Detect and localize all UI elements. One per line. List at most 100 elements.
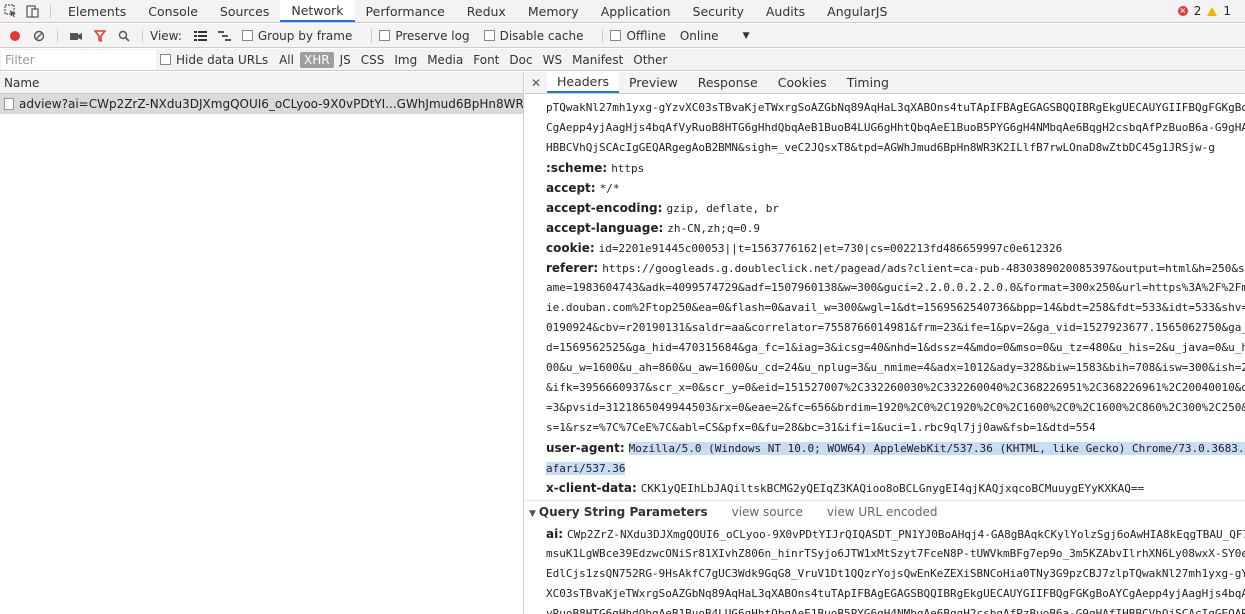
filter-type-all[interactable]: All — [275, 52, 298, 68]
checkbox-box[interactable] — [483, 30, 495, 41]
header-x-client-data: x-client-data: CKK1yQEIhLbJAQiltskBCMG2yQ… — [525, 478, 1245, 498]
header-value: */* — [599, 182, 620, 195]
toolbar-divider — [57, 28, 58, 43]
header-value: id=2201e91445c00053||t=1563776162|et=730… — [598, 242, 1063, 255]
query-string-section-header[interactable]: ▼ Query String Parameters view source view … — [525, 500, 1245, 522]
record-button[interactable] — [4, 25, 26, 47]
disable-cache-checkbox[interactable]: Disable cache — [483, 29, 583, 43]
filter-type-font[interactable]: Font — [469, 52, 503, 68]
path-value-line: CgAepp4yjAagHjs4bqAfVyRuoB8HTG6gHhdQbqAe… — [546, 121, 1245, 134]
header-accept: accept: */* — [525, 178, 1245, 198]
tab-performance[interactable]: Performance — [355, 0, 456, 22]
group-by-frame-checkbox[interactable]: Group by frame — [241, 28, 353, 43]
hide-data-urls-checkbox[interactable]: Hide data URLs — [160, 53, 268, 67]
header-value: https — [611, 162, 645, 175]
header-value: zh-CN,zh;q=0.9 — [667, 222, 760, 235]
tab-sources[interactable]: Sources — [209, 0, 280, 22]
search-icon[interactable] — [113, 25, 135, 47]
capture-screenshots-icon[interactable] — [65, 25, 87, 47]
header-name: accept-language: — [546, 221, 664, 235]
warning-count: 1 — [1223, 4, 1231, 18]
filter-type-xhr[interactable]: XHR — [299, 51, 334, 68]
header-user-agent: user-agent: Mozilla/5.0 (Windows NT 10.0;… — [525, 438, 1245, 458]
throttling-value: Online — [679, 28, 719, 43]
tab-memory[interactable]: Memory — [517, 0, 590, 22]
checkbox-box[interactable] — [379, 30, 391, 41]
filter-icon[interactable] — [89, 25, 111, 47]
filter-type-other[interactable]: Other — [629, 52, 671, 68]
group-by-frame-label: Group by frame — [257, 28, 353, 43]
param-value: CWp2ZrZ-NXdu3DJXmgQOUI6_oCLyoo-9X0vPDtYI… — [567, 528, 1245, 541]
tab-headers[interactable]: Headers — [547, 72, 620, 93]
throttling-select[interactable]: Online ▼ — [680, 29, 750, 43]
waterfall-icon[interactable] — [214, 25, 236, 47]
document-icon — [4, 98, 14, 110]
tab-console[interactable]: Console — [137, 0, 209, 22]
referer-value-line: 00&u_w=1600&u_ah=860&u_aw=1600&u_cd=24&u… — [546, 361, 1245, 374]
inspect-element-icon[interactable] — [0, 0, 22, 22]
header-value: afari/537.36 — [546, 462, 626, 475]
device-toolbar-icon[interactable] — [22, 0, 44, 22]
headers-content: pTQwakNl27mh1yxg-gYzvXC03sTBvaKjeTWxrgSo… — [525, 94, 1245, 614]
preserve-log-label: Preserve log — [395, 28, 470, 43]
offline-label: Offline — [626, 28, 666, 43]
details-tab-bar: ✕ Headers Preview Response Cookies Timin… — [525, 72, 1245, 94]
checkbox-box[interactable] — [241, 30, 253, 41]
toolbar-divider — [142, 28, 143, 43]
offline-checkbox[interactable]: Offline — [610, 28, 666, 43]
filter-type-img[interactable]: Img — [390, 52, 421, 68]
path-value-line: pTQwakNl27mh1yxg-gYzvXC03sTBvaKjeTWxrgSo… — [546, 101, 1245, 114]
column-header-name[interactable]: Name — [0, 72, 523, 94]
tab-network[interactable]: Network — [280, 0, 355, 22]
filter-input[interactable] — [1, 49, 156, 70]
network-toolbar: View: Group by frame Preserve log Disabl… — [0, 24, 1245, 48]
view-source-link[interactable]: view source — [732, 505, 803, 519]
close-icon[interactable]: ✕ — [525, 72, 547, 93]
checkbox-box[interactable] — [610, 30, 622, 41]
request-row[interactable]: adview?ai=CWp2ZrZ-NXdu3DJXmgQOUI6_oCLyoo… — [0, 94, 523, 114]
checkbox-box[interactable] — [160, 54, 171, 65]
tab-cookies[interactable]: Cookies — [768, 72, 837, 93]
preserve-log-checkbox[interactable]: Preserve log — [379, 28, 470, 43]
header-name: cookie: — [546, 241, 595, 255]
filter-type-doc[interactable]: Doc — [505, 52, 536, 68]
param-value-line: EdlCjs1zsQN752RG-9HsAkfC7gUC3Wdk9GqG8_Vr… — [546, 567, 1245, 580]
tab-angularjs[interactable]: AngularJS — [816, 0, 898, 22]
header-value: Mozilla/5.0 (Windows NT 10.0; WOW64) App… — [628, 442, 1245, 455]
view-url-encoded-link[interactable]: view URL encoded — [827, 505, 938, 519]
error-warning-counter[interactable]: × 2 1 — [1177, 0, 1245, 22]
param-name: ai: — [546, 527, 564, 541]
filter-type-ws[interactable]: WS — [539, 52, 566, 68]
chevron-down-icon: ▼ — [742, 30, 750, 41]
clear-button[interactable] — [28, 25, 50, 47]
filter-type-manifest[interactable]: Manifest — [568, 52, 627, 68]
tab-application[interactable]: Application — [590, 0, 682, 22]
error-count: 2 — [1193, 4, 1202, 18]
param-value-line: yRuoB8HTG6gHhdQbqAeB1BuoB4LUG6gHhtQbqAeE… — [546, 607, 1245, 614]
header-name: user-agent: — [546, 441, 625, 455]
error-icon: × — [1177, 6, 1188, 16]
large-rows-icon[interactable] — [190, 25, 212, 47]
tab-elements[interactable]: Elements — [57, 0, 137, 22]
tab-preview[interactable]: Preview — [619, 72, 688, 93]
request-name: adview?ai=CWp2ZrZ-NXdu3DJXmgQOUI6_oCLyoo… — [19, 97, 523, 111]
header-referer: referer: https://googleads.g.doubleclick.… — [525, 258, 1245, 278]
header-name: :scheme: — [546, 161, 608, 175]
header-accept-language: accept-language: zh-CN,zh;q=0.9 — [525, 218, 1245, 238]
referer-value-line: &ifk=3956660937&scr_x=0&scr_y=0&eid=1515… — [546, 381, 1245, 394]
hide-data-urls-label: Hide data URLs — [176, 52, 269, 67]
filter-type-media[interactable]: Media — [423, 52, 467, 68]
filter-type-css[interactable]: CSS — [357, 52, 389, 68]
tab-timing[interactable]: Timing — [837, 72, 899, 93]
header-name: accept-encoding: — [546, 201, 663, 215]
filter-type-js[interactable]: JS — [336, 52, 355, 68]
tab-audits[interactable]: Audits — [755, 0, 816, 22]
toolbar-divider — [50, 4, 51, 18]
header-name: x-client-data: — [546, 481, 637, 495]
header-value: CKK1yQEIhLbJAQiltskBCMG2yQEIqZ3KAQioo8oB… — [640, 482, 1145, 495]
tab-security[interactable]: Security — [682, 0, 755, 22]
header-value: https://googleads.g.doubleclick.net/page… — [602, 262, 1245, 275]
tab-response[interactable]: Response — [688, 72, 768, 93]
tab-redux[interactable]: Redux — [456, 0, 517, 22]
toolbar-divider — [602, 28, 604, 43]
